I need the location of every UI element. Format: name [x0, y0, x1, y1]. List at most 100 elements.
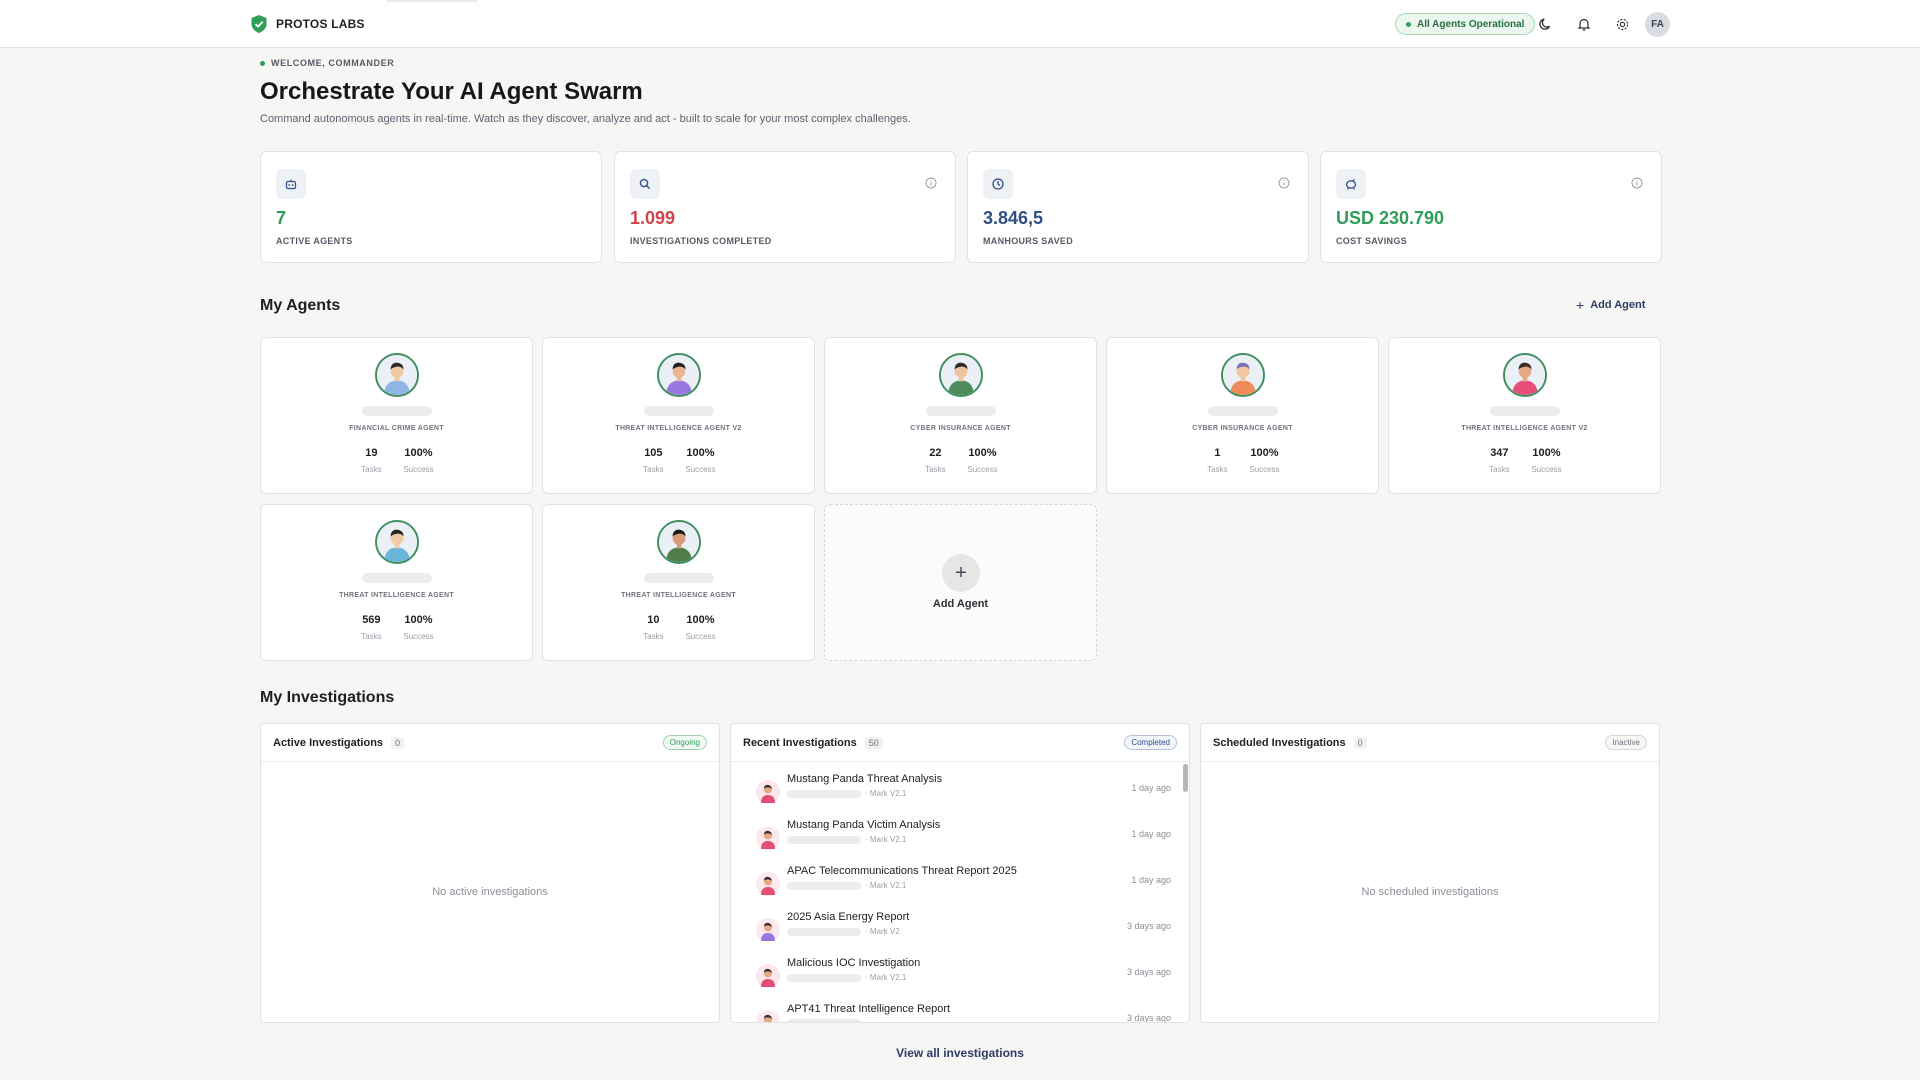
success-stat: 100% Success: [1249, 447, 1279, 474]
investigation-agent: · Mark V2.1: [865, 973, 907, 982]
agent-title-placeholder: [362, 573, 432, 583]
agent-card[interactable]: THREAT INTELLIGENCE AGENT 569 Tasks 100% Suc…: [260, 504, 533, 661]
success-value: 100%: [686, 447, 715, 459]
info-icon[interactable]: [925, 177, 937, 189]
agent-title-placeholder: [1490, 406, 1560, 416]
brand-name: PROTOS LABS: [276, 17, 365, 31]
success-stat: 100% Success: [403, 614, 433, 641]
agent-avatar: [375, 353, 419, 397]
investigation-meta: · Mark V2.1: [787, 881, 906, 890]
status-badge: Inactive: [1605, 735, 1647, 750]
panel-title: Scheduled Investigations: [1213, 736, 1346, 749]
investigation-agent: · Mark V2.1: [865, 835, 907, 844]
theme-toggle-moon-icon[interactable]: [1536, 14, 1556, 34]
success-value: 100%: [404, 447, 433, 459]
panel-header: Scheduled Investigations 0 Inactive: [1201, 724, 1659, 762]
search-icon: [630, 169, 660, 199]
system-status-text: All Agents Operational: [1417, 18, 1525, 30]
clock-icon: [983, 169, 1013, 199]
agent-name: CYBER INSURANCE AGENT: [1192, 425, 1293, 432]
shield-logo-icon: [251, 15, 267, 33]
metric-card-investigations: 1.099 INVESTIGATIONS COMPLETED: [614, 151, 956, 263]
user-avatar[interactable]: FA: [1645, 12, 1670, 37]
success-stat: 100% Success: [967, 447, 997, 474]
agent-avatar: [1221, 353, 1265, 397]
tasks-stat: 10 Tasks: [641, 614, 665, 641]
tasks-label: Tasks: [643, 632, 664, 641]
investigation-time: 1 day ago: [1131, 875, 1171, 885]
metric-label: COST SAVINGS: [1336, 236, 1407, 246]
list-scrollbar[interactable]: [1183, 764, 1188, 792]
agent-stats: 19 Tasks 100% Success: [261, 447, 532, 474]
plus-icon: +: [942, 554, 980, 592]
settings-gear-icon[interactable]: [1612, 14, 1632, 34]
active-investigations-panel: Active Investigations 0 Ongoing No activ…: [260, 723, 720, 1023]
agent-title-placeholder: [644, 406, 714, 416]
investigation-row[interactable]: Mustang Panda Threat Analysis · Mark V2.1…: [755, 773, 1171, 815]
success-label: Success: [685, 632, 716, 641]
investigation-meta: · Mark V2.1: [787, 835, 906, 844]
add-agent-link-label: Add Agent: [1590, 299, 1646, 311]
page-subtitle: Command autonomous agents in real-time. …: [260, 113, 911, 125]
metric-value: USD 230.790: [1336, 208, 1445, 228]
welcome-text: WELCOME, COMMANDER: [271, 58, 395, 68]
investigation-row[interactable]: 2025 Asia Energy Report · Mark V2 3 days a…: [755, 911, 1171, 953]
agent-avatar-icon: [755, 825, 781, 851]
top-navigation-bar: PROTOS LABS All Agents Operational FA: [0, 0, 1920, 48]
tasks-stat: 1 Tasks: [1205, 447, 1229, 474]
agent-name: THREAT INTELLIGENCE AGENT V2: [1461, 425, 1588, 432]
panel-title: Active Investigations: [273, 736, 384, 749]
info-icon[interactable]: [1631, 177, 1643, 189]
count-badge: 0: [391, 736, 405, 749]
agent-title-placeholder: [362, 406, 432, 416]
view-all-investigations-link[interactable]: View all investigations: [0, 1046, 1920, 1060]
investigation-meta: · Mark V2.1: [787, 973, 906, 982]
info-icon[interactable]: [1278, 177, 1290, 189]
tasks-label: Tasks: [1489, 465, 1510, 474]
success-label: Success: [403, 632, 434, 641]
tasks-label: Tasks: [1207, 465, 1228, 474]
metric-card-active-agents: 7 ACTIVE AGENTS: [260, 151, 602, 263]
status-dot: [1406, 21, 1411, 27]
notifications-bell-icon[interactable]: [1574, 14, 1594, 34]
success-stat: 100% Success: [1531, 447, 1561, 474]
meta-placeholder: [787, 1019, 861, 1022]
panel-header: Active Investigations 0 Ongoing: [261, 724, 719, 762]
investigation-time: 3 days ago: [1126, 967, 1171, 977]
tasks-value: 569: [362, 614, 381, 626]
meta-placeholder: [787, 973, 861, 982]
investigation-title: Malicious IOC Investigation: [787, 957, 921, 969]
investigation-row[interactable]: Malicious IOC Investigation · Mark V2.1 3 …: [755, 957, 1171, 999]
investigation-time: 1 day ago: [1131, 783, 1171, 793]
agent-card[interactable]: THREAT INTELLIGENCE AGENT 10 Tasks 100% Succ…: [542, 504, 815, 661]
status-badge: Ongoing: [662, 735, 707, 750]
meta-placeholder: [787, 789, 861, 798]
add-agent-link[interactable]: + Add Agent: [1576, 297, 1645, 313]
agent-avatar: [939, 353, 983, 397]
recent-investigations-panel: Recent Investigations 50 Completed Musta…: [730, 723, 1190, 1023]
page-title: Orchestrate Your AI Agent Swarm: [260, 78, 643, 105]
agent-card[interactable]: THREAT INTELLIGENCE AGENT V2 105 Tasks 100%…: [542, 337, 815, 494]
add-agent-card[interactable]: + Add Agent: [824, 504, 1097, 661]
agent-card[interactable]: CYBER INSURANCE AGENT 22 Tasks 100% Success: [824, 337, 1097, 494]
investigation-time: 3 days ago: [1126, 1013, 1171, 1023]
metric-value: 7: [276, 208, 287, 228]
success-stat: 100% Success: [685, 614, 715, 641]
agent-avatar-icon: [755, 963, 781, 989]
agent-card[interactable]: FINANCIAL CRIME AGENT 19 Tasks 100% Success: [260, 337, 533, 494]
investigation-row[interactable]: APT41 Threat Intelligence Report 3 days a…: [755, 1003, 1171, 1023]
investigation-row[interactable]: Mustang Panda Victim Analysis · Mark V2.1…: [755, 819, 1171, 861]
investigation-title: APT41 Threat Intelligence Report: [787, 1003, 951, 1015]
metric-label: ACTIVE AGENTS: [276, 236, 353, 246]
success-stat: 100% Success: [685, 447, 715, 474]
agent-card[interactable]: THREAT INTELLIGENCE AGENT V2 347 Tasks 100%…: [1388, 337, 1661, 494]
add-agent-card-label: Add Agent: [932, 598, 989, 610]
investigation-row[interactable]: APAC Telecommunications Threat Report 20…: [755, 865, 1171, 907]
agent-stats: 1 Tasks 100% Success: [1107, 447, 1378, 474]
agent-card[interactable]: CYBER INSURANCE AGENT 1 Tasks 100% Success: [1106, 337, 1379, 494]
system-status-badge[interactable]: All Agents Operational: [1395, 13, 1536, 35]
investigation-time: 1 day ago: [1131, 829, 1171, 839]
brand[interactable]: PROTOS LABS: [250, 14, 365, 34]
empty-state-message: No scheduled investigations: [1361, 886, 1499, 898]
tasks-stat: 22 Tasks: [923, 447, 947, 474]
